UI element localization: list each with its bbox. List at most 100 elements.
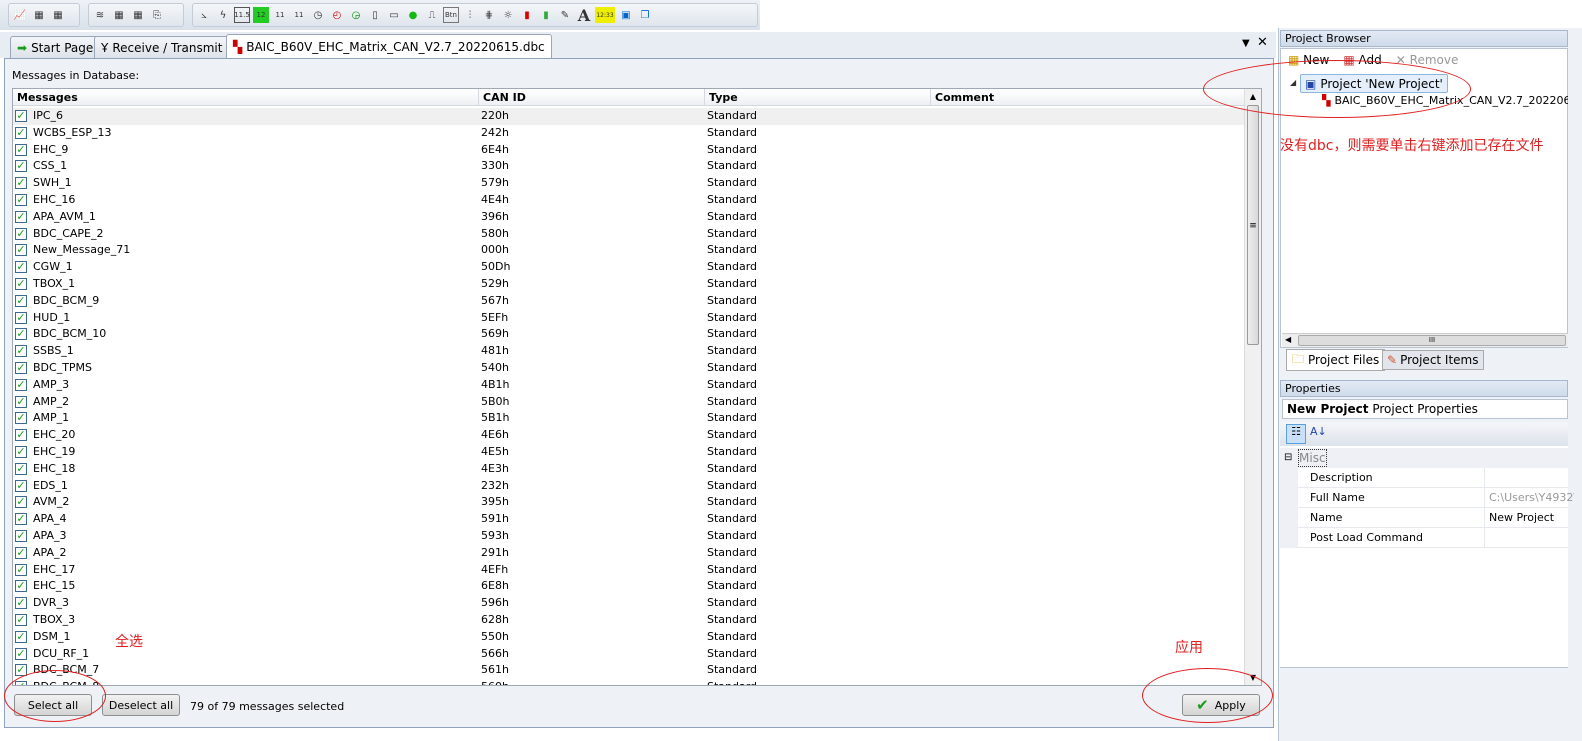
deselect-all-button[interactable]: Deselect all (102, 694, 180, 716)
row-checkbox[interactable]: ✓ (15, 446, 27, 458)
table-row[interactable]: ✓ BDC_BCM_7 561h Standard (13, 662, 1245, 679)
row-checkbox[interactable]: ✓ (15, 513, 27, 526)
table-row[interactable]: ✓ AMP_3 4B1h Standard (13, 377, 1245, 394)
property-value[interactable]: New Project (1484, 508, 1574, 528)
column-header-can-id[interactable]: CAN ID (479, 89, 705, 106)
property-value[interactable]: C:\Users\Y4932\ (1484, 488, 1574, 508)
property-row[interactable]: Post Load Command (1298, 528, 1568, 548)
tab-receive-transmit[interactable]: Ұ Receive / Transmit (94, 36, 230, 58)
table-row[interactable]: ✓ EDS_1 232h Standard (13, 478, 1245, 495)
sort-alpha-icon[interactable]: A↓ (1310, 425, 1327, 438)
table-row[interactable]: ✓ EHC_19 4E5h Standard (13, 444, 1245, 461)
bar-horizontal-icon[interactable]: 11 (291, 7, 307, 23)
row-checkbox[interactable]: ✓ (15, 597, 27, 610)
green-indicator-icon[interactable]: ▮ (538, 7, 554, 23)
images-icon[interactable]: ❐ (637, 7, 653, 23)
table-row[interactable]: ✓ BDC_BCM_10 569h Standard (13, 326, 1245, 343)
row-checkbox[interactable]: ✓ (15, 462, 27, 475)
row-checkbox[interactable]: ✓ (15, 429, 27, 442)
table-row[interactable]: ✓ TBOX_1 529h Standard (13, 276, 1245, 293)
chart-2-icon[interactable]: ▦ (111, 7, 127, 23)
table-row[interactable]: ✓ SSBS_1 481h Standard (13, 343, 1245, 360)
table-row[interactable]: ✓ APA_AVM_1 396h Standard (13, 209, 1245, 226)
column-header-messages[interactable]: Messages (13, 89, 479, 106)
collapse-icon[interactable]: ⊟ (1284, 448, 1292, 468)
property-row[interactable]: Full Name C:\Users\Y4932\ (1298, 488, 1574, 508)
row-checkbox[interactable]: ✓ (15, 311, 27, 324)
row-checkbox[interactable]: ✓ (15, 110, 27, 122)
table-row[interactable]: ✓ EHC_17 4EFh Standard (13, 562, 1245, 579)
text-icon[interactable]: A (576, 6, 592, 25)
table-row[interactable]: ✓ DSM_1 550h Standard (13, 629, 1245, 646)
table-row[interactable]: ✓ BDC_BCM_9 567h Standard (13, 293, 1245, 310)
table-row[interactable]: ✓ HUD_1 5EFh Standard (13, 310, 1245, 327)
line-chart-icon[interactable]: 📈 (12, 7, 28, 23)
gauge-red-icon[interactable]: ◴ (329, 7, 345, 23)
meter-icon[interactable]: ▭ (386, 7, 402, 23)
property-value[interactable] (1484, 468, 1574, 488)
edit-icon[interactable]: ✎ (557, 7, 573, 23)
row-checkbox[interactable]: ✓ (15, 294, 27, 307)
row-checkbox[interactable]: ✓ (15, 126, 27, 139)
table-row[interactable]: ✓ EHC_9 6E4h Standard (13, 142, 1245, 159)
table-row[interactable]: ✓ EHC_16 4E4h Standard (13, 192, 1245, 209)
table-row[interactable]: ✓ New_Message_71 000h Standard (13, 242, 1245, 259)
table-row[interactable]: ✓ AMP_1 5B1h Standard (13, 410, 1245, 427)
row-checkbox[interactable]: ✓ (15, 210, 27, 223)
row-checkbox[interactable]: ✓ (15, 345, 27, 358)
row-checkbox[interactable]: ✓ (15, 244, 27, 257)
row-checkbox[interactable]: ✓ (15, 378, 27, 391)
row-checkbox[interactable]: ✓ (15, 177, 27, 190)
table-row[interactable]: ✓ DCU_RF_1 566h Standard (13, 646, 1245, 663)
button-icon[interactable]: Btn (443, 7, 459, 23)
led-icon[interactable]: ● (405, 7, 421, 23)
category-misc[interactable]: ⊟ Misc (1280, 448, 1568, 468)
horizontal-scrollbar[interactable]: ◀ III (1282, 333, 1568, 347)
digital-display-icon[interactable]: 12 (253, 7, 269, 23)
table-row[interactable]: ✓ DVR_3 596h Standard (13, 595, 1245, 612)
table-row[interactable]: ✓ EHC_15 6E8h Standard (13, 578, 1245, 595)
lightning-icon[interactable]: ϟ (215, 7, 231, 23)
multi-chart-icon[interactable]: ≋ (92, 7, 108, 23)
table-row[interactable]: ✓ IPC_6 220h Standard (13, 108, 1245, 125)
row-checkbox[interactable]: ✓ (15, 143, 27, 156)
table-row[interactable]: ✓ WCBS_ESP_13 242h Standard (13, 125, 1245, 142)
value-display-icon[interactable]: 11.5 (234, 7, 250, 23)
row-checkbox[interactable]: ✓ (15, 580, 27, 593)
scrollbar-thumb[interactable]: III (1298, 335, 1566, 346)
table-row[interactable]: ✓ CSS_1 330h Standard (13, 158, 1245, 175)
scroll-left-icon[interactable]: ◀ (1285, 335, 1291, 344)
column-header-type[interactable]: Type (705, 89, 931, 106)
property-row[interactable]: Description (1298, 468, 1568, 488)
row-checkbox[interactable]: ✓ (15, 530, 27, 542)
property-row[interactable]: Name New Project (1298, 508, 1568, 528)
close-icon[interactable]: ✕ (1257, 35, 1268, 50)
row-checkbox[interactable]: ✓ (15, 496, 27, 509)
tab-project-files[interactable]: 🗀 Project Files (1286, 349, 1386, 371)
row-checkbox[interactable]: ✓ (15, 614, 27, 626)
export-icon[interactable]: ⎘ (149, 7, 165, 23)
tab-dbc-file[interactable]: ▚ BAIC_B60V_EHC_Matrix_CAN_V2.7_20220615.… (226, 34, 552, 59)
properties-object-selector[interactable]: New Project Project Properties (1282, 399, 1568, 419)
table-row[interactable]: ✓ CGW_1 50Dh Standard (13, 259, 1245, 276)
slider-icon[interactable]: ⫶ (462, 7, 478, 23)
row-checkbox[interactable]: ✓ (15, 563, 27, 576)
row-checkbox[interactable]: ✓ (15, 194, 27, 206)
scrollbar-thumb[interactable]: ≡ (1247, 105, 1259, 345)
chart-record-icon[interactable]: ▦ (31, 7, 47, 23)
row-checkbox[interactable]: ✓ (15, 412, 27, 425)
red-indicator-icon[interactable]: ▮ (519, 7, 535, 23)
chart-3-icon[interactable]: ▦ (130, 7, 146, 23)
chart-gray-icon[interactable]: ▦ (50, 7, 66, 23)
table-row[interactable]: ✓ EHC_18 4E3h Standard (13, 461, 1245, 478)
step-chart-icon[interactable]: ⎍ (424, 7, 440, 23)
table-row[interactable]: ✓ BDC_TPMS 540h Standard (13, 360, 1245, 377)
row-checkbox[interactable]: ✓ (15, 395, 27, 408)
property-value[interactable] (1484, 528, 1574, 548)
gauge-green-icon[interactable]: ◶ (348, 7, 364, 23)
slider-vertical-icon[interactable]: ▯ (367, 7, 383, 23)
table-row[interactable]: ✓ APA_2 291h Standard (13, 545, 1245, 562)
table-row[interactable]: ✓ BDC_CAPE_2 580h Standard (13, 226, 1245, 243)
row-checkbox[interactable]: ✓ (15, 630, 27, 643)
lamp-icon[interactable]: ☼ (500, 7, 516, 23)
